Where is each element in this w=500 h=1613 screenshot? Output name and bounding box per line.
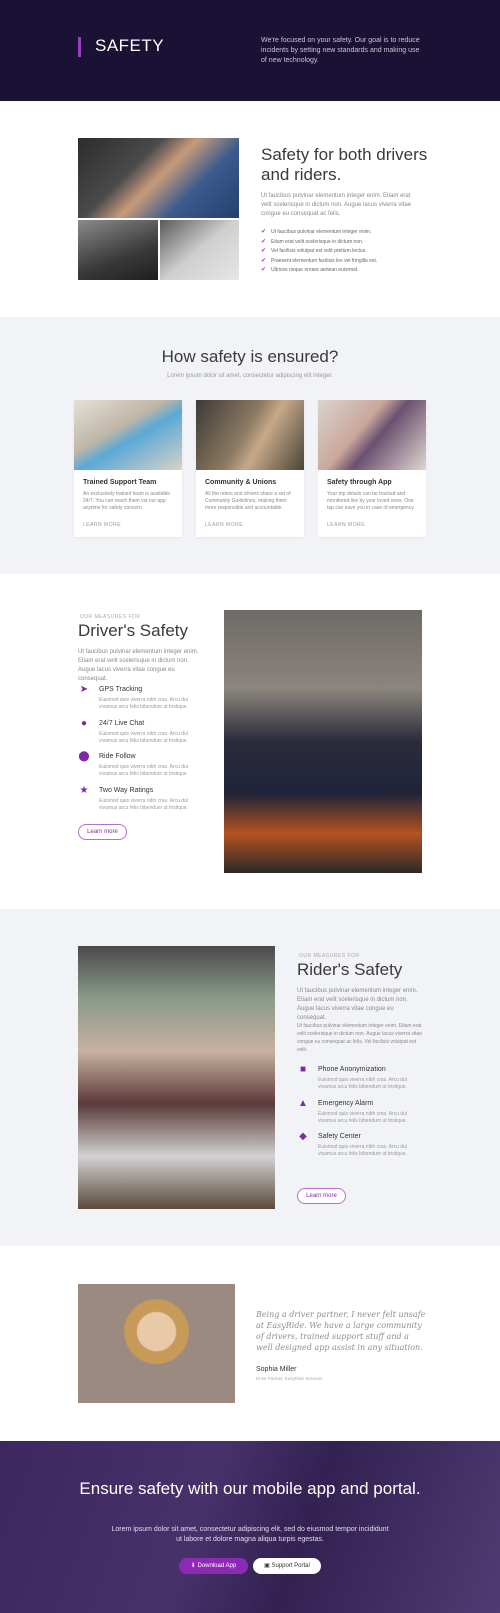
- section-title: Safety for both drivers and riders.: [261, 145, 428, 184]
- section-description-secondary: Ut faucibus pulvinar elementum integer e…: [297, 1023, 423, 1053]
- testimonial-role: Drive Partner, EasyRide Services: [256, 1376, 323, 1381]
- feature-title: Emergency Alarm: [318, 1100, 374, 1107]
- learn-more-button[interactable]: Learn more: [78, 824, 127, 840]
- ensured-section: How safety is ensured? Lorem ipsum dolor…: [0, 317, 500, 574]
- learn-more-link[interactable]: LEARN MORE: [327, 522, 365, 528]
- safety-both-section: Safety for both drivers and riders. Ut f…: [0, 101, 500, 317]
- cta-description: Lorem ipsum dolor sit amet, consectetur …: [111, 1526, 389, 1543]
- star-icon: ★: [79, 785, 89, 796]
- check-icon: ✔: [261, 248, 267, 254]
- learn-more-button[interactable]: Learn more: [297, 1188, 346, 1204]
- testimonial-quote: Being a driver partner, I never felt uns…: [256, 1310, 426, 1352]
- feature-text: Euismod quis viverra nibh cras. Arcu dui…: [318, 1144, 407, 1157]
- checklist: ✔ Ut faucibus pulvinar elementum integer …: [261, 228, 377, 276]
- eyebrow: OUR MEASURES FOR: [299, 953, 360, 959]
- feature-text: Euismod quis viverra nibh cras. Arcu dui…: [318, 1111, 407, 1124]
- feature-title: Phone Anonymization: [318, 1066, 386, 1073]
- header-description: We're focused on your safety. Our goal i…: [261, 37, 420, 64]
- page-title: SAFETY: [95, 36, 165, 55]
- list-item: ✔ Vel facilisis volutpat est velit pretiu…: [261, 247, 377, 257]
- card-community: Community & Unions All the riders and dr…: [196, 400, 304, 537]
- seatbelt-photo: [78, 138, 239, 218]
- learn-more-link[interactable]: LEARN MORE: [205, 522, 243, 528]
- section-description: Ut faucibus pulvinar elementum integer e…: [78, 649, 199, 682]
- eyebrow: OUR MEASURES FOR: [80, 614, 141, 620]
- list-item: ✔ Ut faucibus pulvinar elementum integer …: [261, 228, 377, 238]
- feature-text: Euismod quis viverra nibh cras. Arcu dui…: [99, 798, 188, 811]
- feature-text: Euismod quis viverra nibh cras. Arcu dui…: [318, 1077, 407, 1090]
- bell-icon: ▲: [298, 1098, 308, 1109]
- list-item: ✔ Etiam erat velit scelerisque in dictum …: [261, 238, 377, 248]
- feature-text: Euismod quis viverra nibh cras. Arcu dui…: [99, 764, 188, 777]
- download-icon: ⬇: [190, 1563, 198, 1569]
- section-title: Rider's Safety: [297, 960, 403, 979]
- phone-app-photo: [318, 400, 426, 470]
- section-description: Ut faucibus pulvinar elementum integer e…: [297, 988, 418, 1021]
- section-subtitle: Lorem ipsum dolor sit amet, consectetur …: [167, 373, 333, 379]
- card-text: All the riders and drivers share a set o…: [205, 491, 291, 511]
- driver-photo: [224, 610, 422, 873]
- page-header: SAFETY We're focused on your safety. Our…: [0, 0, 500, 101]
- feature-title: Ride Follow: [99, 753, 136, 760]
- page: SAFETY We're focused on your safety. Our…: [0, 0, 500, 1613]
- accent-bar: [78, 37, 81, 57]
- riders-photo: [78, 946, 275, 1209]
- testimonial-section: Being a driver partner, I never felt uns…: [0, 1246, 500, 1441]
- download-app-button[interactable]: ⬇ Download App: [179, 1558, 248, 1574]
- card-text: An exclusively trained team is available…: [83, 491, 170, 511]
- card-safety-app: Safety through App Your trip details can…: [318, 400, 426, 537]
- community-photo: [196, 400, 304, 470]
- feature-title: 24/7 Live Chat: [99, 720, 145, 727]
- card-trained-support: Trained Support Team An exclusively trai…: [74, 400, 182, 537]
- testimonial-name: Sophia Miller: [256, 1366, 297, 1373]
- support-portal-button[interactable]: ▣ Support Portal: [253, 1558, 321, 1574]
- learn-more-link[interactable]: LEARN MORE: [83, 522, 121, 528]
- card-title: Safety through App: [327, 479, 392, 486]
- car-seats-photo: [160, 220, 239, 280]
- team-photo: [74, 400, 182, 470]
- map-pin-icon: ⬤: [78, 751, 90, 762]
- chat-bubbles-icon: ●: [80, 718, 88, 729]
- section-title: How safety is ensured?: [161, 347, 339, 366]
- rider-safety-section: OUR MEASURES FOR Rider's Safety Ut fauci…: [0, 909, 500, 1246]
- cta-section: Ensure safety with our mobile app and po…: [0, 1441, 500, 1613]
- feature-text: Euismod quis viverra nibh cras. Arcu dui…: [99, 697, 188, 710]
- check-icon: ✔: [261, 257, 267, 264]
- card-title: Community & Unions: [205, 479, 277, 486]
- list-item: ✔ Ultrices neque ornare aenean euismod.: [261, 266, 377, 276]
- feature-title: GPS Tracking: [99, 686, 143, 693]
- check-icon: ✔: [261, 267, 267, 273]
- check-icon: ✔: [261, 238, 267, 245]
- driver-safety-section: OUR MEASURES FOR Driver's Safety Ut fauc…: [0, 574, 500, 909]
- section-title: Driver's Safety: [78, 621, 188, 640]
- lock-icon: ■: [299, 1064, 307, 1075]
- feature-title: Safety Center: [318, 1133, 361, 1140]
- testimonial-avatar: [78, 1284, 235, 1403]
- card-text: Your trip details can be tracked and mon…: [327, 491, 415, 511]
- card-title: Trained Support Team: [83, 479, 157, 486]
- feature-text: Euismod quis viverra nibh cras. Arcu dui…: [99, 731, 188, 744]
- check-icon: ✔: [261, 229, 267, 235]
- navigation-arrow-icon: ➤: [79, 684, 89, 695]
- cta-title: Ensure safety with our mobile app and po…: [79, 1479, 421, 1498]
- feature-title: Two Way Ratings: [99, 787, 154, 794]
- shield-icon: ◆: [299, 1131, 307, 1142]
- car-interior-photo: [78, 220, 158, 280]
- section-description: Ut faucibus pulvinar elementum integer e…: [261, 193, 412, 217]
- list-item: ✔ Praesent elementum facilisis leo vel fr…: [261, 257, 377, 267]
